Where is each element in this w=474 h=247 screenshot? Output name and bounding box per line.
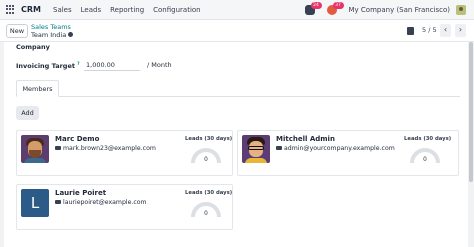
member-email-text: mark.brown23@example.com	[63, 145, 156, 152]
leads-label: Leads (30 days)	[404, 136, 452, 142]
envelope-icon	[276, 145, 282, 150]
top-navbar: CRM Sales Leads Reporting Configuration …	[0, 0, 474, 20]
tab-members[interactable]: Members	[16, 80, 59, 97]
systray: 24 37 My Company (San Francisco)	[304, 0, 466, 20]
app-name[interactable]: CRM	[21, 5, 41, 14]
menu-item-configuration[interactable]: Configuration	[153, 6, 200, 14]
main-menu: Sales Leads Reporting Configuration	[53, 6, 210, 14]
messages-badge: 24	[310, 2, 322, 9]
activities-badge: 37	[332, 2, 344, 9]
member-name: Marc Demo	[55, 135, 100, 143]
invoicing-target-label-text: Invoicing Target	[16, 62, 75, 70]
member-card[interactable]: Marc Demo mark.brown23@example.com Leads…	[16, 130, 233, 176]
pager-previous-button[interactable]: ‹	[440, 24, 451, 37]
member-avatar	[21, 135, 49, 163]
member-card[interactable]: L Laurie Poiret lauriepoiret@example.com…	[16, 184, 233, 230]
company-label: Company	[16, 43, 50, 51]
envelope-icon	[55, 199, 61, 204]
avatar-glasses	[248, 146, 264, 150]
invoicing-target-underline	[84, 70, 140, 71]
invoicing-target-label: Invoicing Target ?	[16, 61, 80, 70]
document-icon[interactable]	[407, 27, 414, 35]
pager-value[interactable]: 5 / 5	[422, 26, 437, 34]
member-avatar	[242, 135, 270, 163]
menu-item-reporting[interactable]: Reporting	[110, 6, 144, 14]
member-card[interactable]: Mitchell Admin admin@yourcompany.example…	[237, 130, 459, 176]
menu-item-sales[interactable]: Sales	[53, 6, 72, 14]
add-member-button[interactable]: Add	[16, 106, 39, 120]
avatar-shirt	[24, 158, 46, 163]
gear-icon[interactable]	[68, 32, 74, 37]
invoicing-target-unit: / Month	[147, 61, 172, 69]
avatar-shirt	[245, 158, 267, 163]
member-name: Mitchell Admin	[276, 135, 335, 143]
breadcrumb-current-label: Team India	[31, 31, 67, 39]
member-email[interactable]: mark.brown23@example.com	[55, 145, 156, 152]
avatar-beard	[29, 150, 41, 158]
member-email[interactable]: admin@yourcompany.example.com	[276, 145, 395, 152]
messages-icon[interactable]: 24	[304, 2, 322, 15]
control-panel: New Sales Teams Team India 5 / 5 ‹ ›	[0, 20, 474, 42]
invoicing-target-input[interactable]: 1,000.00	[86, 61, 115, 69]
member-email-text: lauriepoiret@example.com	[63, 199, 147, 206]
app-menu-icon[interactable]	[6, 4, 16, 15]
member-email[interactable]: lauriepoiret@example.com	[55, 199, 147, 206]
pager-next-button[interactable]: ›	[455, 24, 466, 37]
scrollbar-thumb[interactable]	[469, 42, 473, 182]
help-tooltip-icon[interactable]: ?	[77, 61, 79, 66]
breadcrumb-current: Team India	[31, 31, 74, 39]
activities-icon[interactable]: 37	[326, 2, 344, 15]
leads-value: 0	[423, 157, 427, 163]
member-avatar: L	[21, 189, 49, 217]
member-email-text: admin@yourcompany.example.com	[284, 145, 395, 152]
leads-label: Leads (30 days)	[185, 190, 233, 196]
new-button[interactable]: New	[6, 24, 28, 38]
tab-divider	[16, 96, 460, 97]
envelope-icon	[55, 145, 61, 150]
breadcrumb-parent[interactable]: Sales Teams	[31, 23, 71, 31]
leads-value: 0	[204, 157, 208, 163]
user-avatar[interactable]	[456, 5, 466, 15]
menu-item-leads[interactable]: Leads	[81, 6, 101, 14]
leads-label: Leads (30 days)	[185, 136, 233, 142]
leads-value: 0	[204, 211, 208, 217]
member-name: Laurie Poiret	[55, 189, 107, 197]
sheet-background-left	[0, 42, 4, 247]
company-switcher[interactable]: My Company (San Francisco)	[349, 6, 450, 14]
